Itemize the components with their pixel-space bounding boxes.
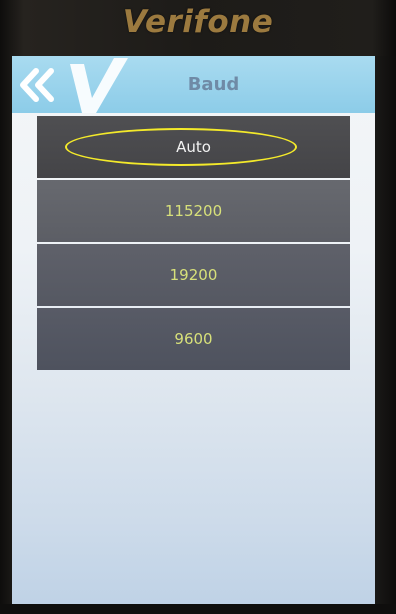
- baud-option-label: 19200: [169, 266, 218, 284]
- bezel-bottom: [0, 604, 396, 614]
- page-title: Baud: [187, 74, 240, 95]
- baud-option-auto[interactable]: Auto: [37, 116, 350, 178]
- double-chevron-left-icon[interactable]: [14, 62, 60, 108]
- baud-option-label: 9600: [174, 330, 213, 348]
- baud-option-list: Auto 115200 19200 9600: [37, 116, 350, 372]
- baud-option-9600[interactable]: 9600: [37, 308, 350, 370]
- verifone-v-logo-icon: [70, 58, 128, 113]
- title-bar: Baud: [12, 56, 375, 113]
- terminal-screen: Baud Auto 115200 19200 9600: [12, 56, 375, 604]
- baud-option-115200[interactable]: 115200: [37, 180, 350, 242]
- baud-option-label: 115200: [164, 202, 223, 220]
- bezel-edge: [375, 56, 396, 614]
- payment-terminal: Verifone Baud Auto 115200 19200 9600: [0, 0, 396, 614]
- baud-option-label: Auto: [176, 138, 211, 156]
- baud-option-19200[interactable]: 19200: [37, 244, 350, 306]
- brand-logo-text: Verifone: [122, 4, 274, 40]
